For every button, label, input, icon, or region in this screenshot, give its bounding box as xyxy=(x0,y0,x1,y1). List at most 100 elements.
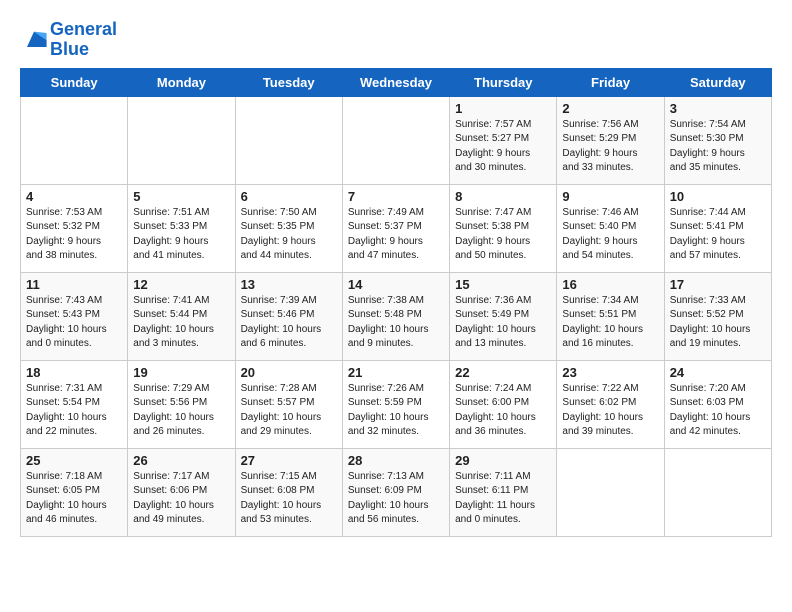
calendar-cell: 9 Sunrise: 7:46 AM Sunset: 5:40 PM Daylig… xyxy=(557,184,664,272)
day-info: Sunrise: 7:56 AM Sunset: 5:29 PM Dayligh… xyxy=(562,118,658,176)
day-number: 15 xyxy=(455,277,551,292)
day-number: 8 xyxy=(455,189,551,204)
calendar-cell: 4Sunrise: 7:53 AM Sunset: 5:32 PM Daylig… xyxy=(21,184,128,272)
calendar-cell: 16 Sunrise: 7:34 AM Sunset: 5:51 PM Dayli… xyxy=(557,272,664,360)
calendar-cell: 14 Sunrise: 7:38 AM Sunset: 5:48 PM Dayli… xyxy=(342,272,449,360)
week-row-5: 25Sunrise: 7:18 AM Sunset: 6:05 PM Dayli… xyxy=(21,448,772,536)
calendar-cell: 20Sunrise: 7:28 AM Sunset: 5:57 PM Dayli… xyxy=(235,360,342,448)
header-day-tuesday: Tuesday xyxy=(235,68,342,96)
day-number: 29 xyxy=(455,453,551,468)
calendar-cell: 8 Sunrise: 7:47 AM Sunset: 5:38 PM Daylig… xyxy=(450,184,557,272)
day-info: Sunrise: 7:39 AM Sunset: 5:46 PM Dayligh… xyxy=(241,294,337,352)
day-number: 26 xyxy=(133,453,229,468)
day-info: Sunrise: 7:51 AM Sunset: 5:33 PM Dayligh… xyxy=(133,206,229,264)
day-number: 1 xyxy=(455,101,551,116)
header-day-monday: Monday xyxy=(128,68,235,96)
day-info: Sunrise: 7:31 AM Sunset: 5:54 PM Dayligh… xyxy=(26,382,122,440)
day-info: Sunrise: 7:53 AM Sunset: 5:32 PM Dayligh… xyxy=(26,206,122,264)
calendar-cell: 25Sunrise: 7:18 AM Sunset: 6:05 PM Dayli… xyxy=(21,448,128,536)
calendar-body: 1 Sunrise: 7:57 AM Sunset: 5:27 PM Daylig… xyxy=(21,96,772,536)
calendar-cell: 19 Sunrise: 7:29 AM Sunset: 5:56 PM Dayli… xyxy=(128,360,235,448)
calendar-cell xyxy=(342,96,449,184)
calendar-cell: 27 Sunrise: 7:15 AM Sunset: 6:08 PM Dayli… xyxy=(235,448,342,536)
day-number: 27 xyxy=(241,453,337,468)
calendar-cell: 10 Sunrise: 7:44 AM Sunset: 5:41 PM Dayli… xyxy=(664,184,771,272)
calendar-cell: 3 Sunrise: 7:54 AM Sunset: 5:30 PM Daylig… xyxy=(664,96,771,184)
day-number: 23 xyxy=(562,365,658,380)
header-day-saturday: Saturday xyxy=(664,68,771,96)
day-number: 9 xyxy=(562,189,658,204)
day-info: Sunrise: 7:46 AM Sunset: 5:40 PM Dayligh… xyxy=(562,206,658,264)
calendar-cell: 22 Sunrise: 7:24 AM Sunset: 6:00 PM Dayli… xyxy=(450,360,557,448)
day-info: Sunrise: 7:22 AM Sunset: 6:02 PM Dayligh… xyxy=(562,382,658,440)
day-number: 18 xyxy=(26,365,122,380)
calendar-cell xyxy=(128,96,235,184)
day-number: 3 xyxy=(670,101,766,116)
day-info: Sunrise: 7:49 AM Sunset: 5:37 PM Dayligh… xyxy=(348,206,444,264)
day-info: Sunrise: 7:20 AM Sunset: 6:03 PM Dayligh… xyxy=(670,382,766,440)
day-number: 7 xyxy=(348,189,444,204)
calendar-cell: 5Sunrise: 7:51 AM Sunset: 5:33 PM Daylig… xyxy=(128,184,235,272)
logo-icon xyxy=(20,26,48,54)
day-info: Sunrise: 7:57 AM Sunset: 5:27 PM Dayligh… xyxy=(455,118,551,176)
day-number: 2 xyxy=(562,101,658,116)
calendar-cell: 6 Sunrise: 7:50 AM Sunset: 5:35 PM Daylig… xyxy=(235,184,342,272)
calendar-cell: 17Sunrise: 7:33 AM Sunset: 5:52 PM Dayli… xyxy=(664,272,771,360)
calendar-table: SundayMondayTuesdayWednesdayThursdayFrid… xyxy=(20,68,772,537)
day-number: 24 xyxy=(670,365,766,380)
day-info: Sunrise: 7:38 AM Sunset: 5:48 PM Dayligh… xyxy=(348,294,444,352)
day-number: 14 xyxy=(348,277,444,292)
day-info: Sunrise: 7:54 AM Sunset: 5:30 PM Dayligh… xyxy=(670,118,766,176)
logo: General Blue xyxy=(20,20,117,60)
logo-text: General Blue xyxy=(50,20,117,60)
calendar-cell: 1 Sunrise: 7:57 AM Sunset: 5:27 PM Daylig… xyxy=(450,96,557,184)
day-info: Sunrise: 7:36 AM Sunset: 5:49 PM Dayligh… xyxy=(455,294,551,352)
day-number: 6 xyxy=(241,189,337,204)
calendar-cell: 28 Sunrise: 7:13 AM Sunset: 6:09 PM Dayli… xyxy=(342,448,449,536)
day-number: 10 xyxy=(670,189,766,204)
calendar-cell xyxy=(664,448,771,536)
calendar-cell: 29 Sunrise: 7:11 AM Sunset: 6:11 PM Dayli… xyxy=(450,448,557,536)
day-info: Sunrise: 7:43 AM Sunset: 5:43 PM Dayligh… xyxy=(26,294,122,352)
calendar-cell: 23 Sunrise: 7:22 AM Sunset: 6:02 PM Dayli… xyxy=(557,360,664,448)
day-info: Sunrise: 7:28 AM Sunset: 5:57 PM Dayligh… xyxy=(241,382,337,440)
day-info: Sunrise: 7:11 AM Sunset: 6:11 PM Dayligh… xyxy=(455,470,551,528)
header-day-sunday: Sunday xyxy=(21,68,128,96)
header-row: SundayMondayTuesdayWednesdayThursdayFrid… xyxy=(21,68,772,96)
calendar-cell: 11 Sunrise: 7:43 AM Sunset: 5:43 PM Dayli… xyxy=(21,272,128,360)
calendar-cell: 12Sunrise: 7:41 AM Sunset: 5:44 PM Dayli… xyxy=(128,272,235,360)
calendar-cell: 13 Sunrise: 7:39 AM Sunset: 5:46 PM Dayli… xyxy=(235,272,342,360)
day-number: 28 xyxy=(348,453,444,468)
day-info: Sunrise: 7:47 AM Sunset: 5:38 PM Dayligh… xyxy=(455,206,551,264)
day-info: Sunrise: 7:24 AM Sunset: 6:00 PM Dayligh… xyxy=(455,382,551,440)
day-info: Sunrise: 7:34 AM Sunset: 5:51 PM Dayligh… xyxy=(562,294,658,352)
calendar-cell: 26Sunrise: 7:17 AM Sunset: 6:06 PM Dayli… xyxy=(128,448,235,536)
calendar-cell: 18 Sunrise: 7:31 AM Sunset: 5:54 PM Dayli… xyxy=(21,360,128,448)
week-row-1: 1 Sunrise: 7:57 AM Sunset: 5:27 PM Daylig… xyxy=(21,96,772,184)
day-number: 19 xyxy=(133,365,229,380)
calendar-cell: 24 Sunrise: 7:20 AM Sunset: 6:03 PM Dayli… xyxy=(664,360,771,448)
calendar-cell xyxy=(235,96,342,184)
page-header: General Blue xyxy=(20,16,772,60)
day-info: Sunrise: 7:44 AM Sunset: 5:41 PM Dayligh… xyxy=(670,206,766,264)
header-day-friday: Friday xyxy=(557,68,664,96)
day-number: 13 xyxy=(241,277,337,292)
calendar-cell: 2 Sunrise: 7:56 AM Sunset: 5:29 PM Daylig… xyxy=(557,96,664,184)
day-info: Sunrise: 7:13 AM Sunset: 6:09 PM Dayligh… xyxy=(348,470,444,528)
day-number: 11 xyxy=(26,277,122,292)
day-info: Sunrise: 7:26 AM Sunset: 5:59 PM Dayligh… xyxy=(348,382,444,440)
header-day-thursday: Thursday xyxy=(450,68,557,96)
day-info: Sunrise: 7:33 AM Sunset: 5:52 PM Dayligh… xyxy=(670,294,766,352)
day-number: 16 xyxy=(562,277,658,292)
day-info: Sunrise: 7:50 AM Sunset: 5:35 PM Dayligh… xyxy=(241,206,337,264)
week-row-2: 4Sunrise: 7:53 AM Sunset: 5:32 PM Daylig… xyxy=(21,184,772,272)
day-number: 22 xyxy=(455,365,551,380)
day-info: Sunrise: 7:41 AM Sunset: 5:44 PM Dayligh… xyxy=(133,294,229,352)
day-number: 21 xyxy=(348,365,444,380)
calendar-cell xyxy=(21,96,128,184)
calendar-cell: 21 Sunrise: 7:26 AM Sunset: 5:59 PM Dayli… xyxy=(342,360,449,448)
day-number: 25 xyxy=(26,453,122,468)
day-info: Sunrise: 7:15 AM Sunset: 6:08 PM Dayligh… xyxy=(241,470,337,528)
header-day-wednesday: Wednesday xyxy=(342,68,449,96)
day-info: Sunrise: 7:29 AM Sunset: 5:56 PM Dayligh… xyxy=(133,382,229,440)
